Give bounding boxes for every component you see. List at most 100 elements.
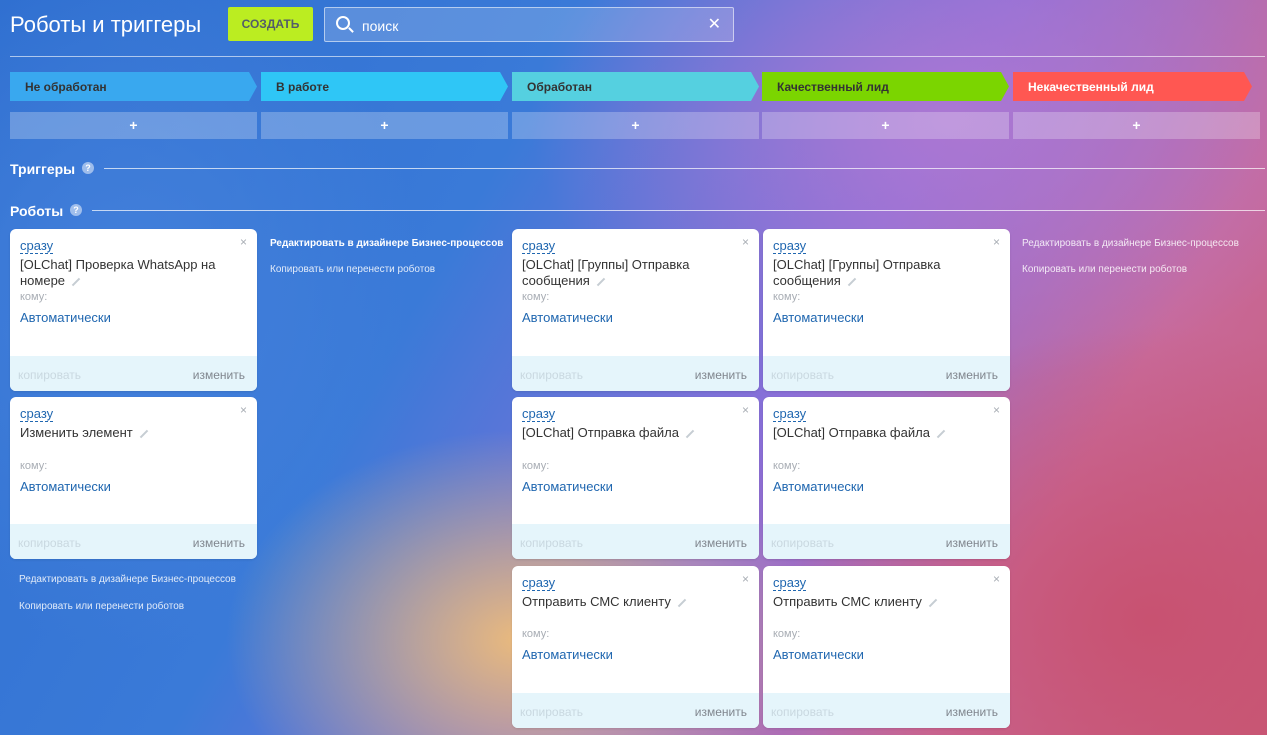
header-divider	[10, 56, 1265, 57]
close-icon[interactable]: ×	[240, 403, 247, 417]
add-trigger-button[interactable]: +	[10, 112, 257, 139]
section-divider	[104, 168, 1265, 169]
robot-card[interactable]: сразу × Отправить СМС клиенту кому: Авто…	[763, 566, 1010, 728]
robot-card[interactable]: сразу × [OLChat] [Группы] Отправка сообщ…	[763, 229, 1010, 391]
copy-button[interactable]: копировать	[18, 536, 81, 550]
edit-button[interactable]: изменить	[946, 705, 998, 719]
edit-button[interactable]: изменить	[695, 368, 747, 382]
robot-card[interactable]: сразу × Изменить элемент кому: Автоматич…	[10, 397, 257, 559]
add-trigger-button[interactable]: +	[261, 112, 508, 139]
close-icon[interactable]: ×	[993, 235, 1000, 249]
to-value[interactable]: Автоматически	[773, 647, 864, 662]
pencil-icon[interactable]	[596, 277, 606, 286]
add-trigger-button[interactable]: +	[512, 112, 759, 139]
stage-1[interactable]: В работе	[261, 72, 508, 101]
to-value[interactable]: Автоматически	[773, 479, 864, 494]
close-icon[interactable]: ×	[240, 235, 247, 249]
card-footer: копировать изменить	[512, 356, 759, 391]
close-icon[interactable]: ×	[993, 572, 1000, 586]
card-footer: копировать изменить	[763, 693, 1010, 728]
stage-0[interactable]: Не обработан	[10, 72, 257, 101]
copy-button[interactable]: копировать	[520, 705, 583, 719]
pencil-icon[interactable]	[928, 598, 938, 607]
edit-button[interactable]: изменить	[946, 536, 998, 550]
delay-link[interactable]: сразу	[522, 407, 556, 422]
edit-in-designer-link[interactable]: Редактировать в дизайнере Бизнес-процесс…	[1022, 238, 1239, 249]
delay-link[interactable]: сразу	[20, 407, 54, 422]
robot-card[interactable]: сразу × [OLChat] Отправка файла кому: Ав…	[763, 397, 1010, 559]
help-icon[interactable]: ?	[82, 162, 94, 174]
card-footer: копировать изменить	[512, 524, 759, 559]
stage-label: Качественный лид	[777, 80, 889, 94]
delay-link[interactable]: сразу	[20, 239, 54, 254]
copy-move-robots-link[interactable]: Копировать или перенести роботов	[19, 601, 184, 612]
to-label: кому:	[773, 628, 801, 640]
edit-button[interactable]: изменить	[695, 536, 747, 550]
to-label: кому:	[773, 460, 801, 472]
copy-button[interactable]: копировать	[771, 368, 834, 382]
to-label: кому:	[773, 291, 801, 303]
add-trigger-button[interactable]: +	[762, 112, 1009, 139]
stage-3[interactable]: Качественный лид	[762, 72, 1009, 101]
edit-in-designer-link[interactable]: Редактировать в дизайнере Бизнес-процесс…	[19, 574, 236, 585]
close-icon[interactable]: ×	[993, 403, 1000, 417]
delay-link[interactable]: сразу	[773, 239, 807, 254]
delay-link[interactable]: сразу	[773, 407, 807, 422]
to-label: кому:	[522, 628, 550, 640]
close-icon[interactable]: ×	[742, 235, 749, 249]
to-value[interactable]: Автоматически	[773, 310, 864, 325]
delay-link[interactable]: сразу	[522, 239, 556, 254]
pencil-icon[interactable]	[71, 277, 81, 286]
delay-link[interactable]: сразу	[773, 576, 807, 591]
search-box[interactable]: ✕	[324, 7, 734, 42]
pencil-icon[interactable]	[139, 429, 148, 438]
triggers-heading: Триггеры	[10, 161, 76, 177]
topbar: Роботы и триггеры СОЗДАТЬ ✕	[10, 7, 1257, 43]
copy-button[interactable]: копировать	[18, 368, 81, 382]
copy-move-robots-link[interactable]: Копировать или перенести роботов	[1022, 264, 1187, 275]
copy-button[interactable]: копировать	[771, 705, 834, 719]
copy-button[interactable]: копировать	[771, 536, 834, 550]
stage-label: Некачественный лид	[1028, 80, 1154, 94]
to-value[interactable]: Автоматически	[20, 479, 111, 494]
to-value[interactable]: Автоматически	[20, 310, 111, 325]
copy-button[interactable]: копировать	[520, 536, 583, 550]
pencil-icon[interactable]	[936, 429, 946, 438]
add-trigger-button[interactable]: +	[1013, 112, 1260, 139]
copy-button[interactable]: копировать	[520, 368, 583, 382]
pencil-icon[interactable]	[847, 277, 857, 286]
robot-title: Изменить элемент	[20, 425, 230, 441]
card-footer: копировать изменить	[763, 356, 1010, 391]
search-input[interactable]	[360, 15, 704, 37]
edit-button[interactable]: изменить	[946, 368, 998, 382]
robot-card[interactable]: сразу × [OLChat] Проверка WhatsApp на но…	[10, 229, 257, 391]
edit-button[interactable]: изменить	[193, 536, 245, 550]
robot-card[interactable]: сразу × [OLChat] Отправка файла кому: Ав…	[512, 397, 759, 559]
to-value[interactable]: Автоматически	[522, 479, 613, 494]
stage-label: Не обработан	[25, 80, 107, 94]
close-icon[interactable]: ×	[742, 572, 749, 586]
robot-title: [OLChat] [Группы] Отправка сообщения	[522, 257, 690, 288]
to-label: кому:	[20, 291, 48, 303]
to-label: кому:	[522, 291, 550, 303]
help-icon[interactable]: ?	[70, 204, 82, 216]
robot-title: [OLChat] Отправка файла	[522, 425, 732, 441]
edit-button[interactable]: изменить	[695, 705, 747, 719]
stage-label: В работе	[276, 80, 329, 94]
edit-button[interactable]: изменить	[193, 368, 245, 382]
delay-link[interactable]: сразу	[522, 576, 556, 591]
robot-title: Отправить СМС клиенту	[773, 594, 983, 610]
robot-card[interactable]: сразу × Отправить СМС клиенту кому: Авто…	[512, 566, 759, 728]
pencil-icon[interactable]	[685, 429, 695, 438]
close-icon[interactable]: ×	[742, 403, 749, 417]
robot-card[interactable]: сразу × [OLChat] [Группы] Отправка сообщ…	[512, 229, 759, 391]
close-icon[interactable]: ✕	[708, 14, 721, 34]
to-value[interactable]: Автоматически	[522, 310, 613, 325]
edit-in-designer-link[interactable]: Редактировать в дизайнере Бизнес-процесс…	[270, 238, 503, 249]
stage-4[interactable]: Некачественный лид	[1013, 72, 1252, 101]
stage-2[interactable]: Обработан	[512, 72, 759, 101]
pencil-icon[interactable]	[677, 598, 687, 607]
copy-move-robots-link[interactable]: Копировать или перенести роботов	[270, 264, 435, 275]
to-value[interactable]: Автоматически	[522, 647, 613, 662]
create-button[interactable]: СОЗДАТЬ	[228, 7, 313, 41]
